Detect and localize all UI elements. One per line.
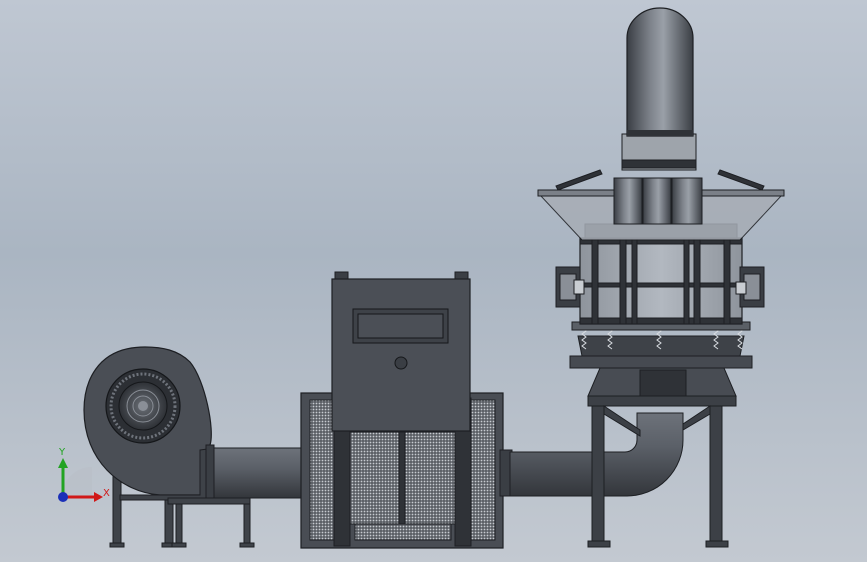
duct-stand: [167, 497, 255, 548]
centrifugal-fan[interactable]: [83, 346, 216, 548]
cad-viewport[interactable]: Y X: [0, 0, 867, 562]
tower-side-latch-left[interactable]: [555, 266, 585, 308]
filter-mesh-left: [309, 399, 335, 541]
y-axis-label: Y: [58, 447, 66, 458]
tower-reactor[interactable]: [537, 169, 785, 369]
tower-side-latch-right[interactable]: [735, 266, 765, 308]
filter-mesh-center-right: [403, 431, 457, 525]
control-knob-icon[interactable]: [394, 356, 408, 370]
filter-mesh-center-left: [349, 431, 405, 525]
x-axis-arrowhead: [94, 492, 103, 502]
filter-mesh-bottom: [354, 523, 452, 541]
display-window: [357, 313, 444, 339]
cad-scene[interactable]: Y X: [0, 0, 867, 562]
x-axis-label: X: [103, 488, 110, 499]
y-axis-arrowhead: [58, 458, 68, 468]
control-box[interactable]: [331, 271, 471, 432]
fan-hub-icon: [138, 401, 148, 411]
tower-inner-tubes: [613, 177, 703, 225]
z-axis-origin: [58, 492, 68, 502]
stack-chimney[interactable]: [621, 7, 697, 171]
filter-mesh-right: [470, 399, 496, 541]
